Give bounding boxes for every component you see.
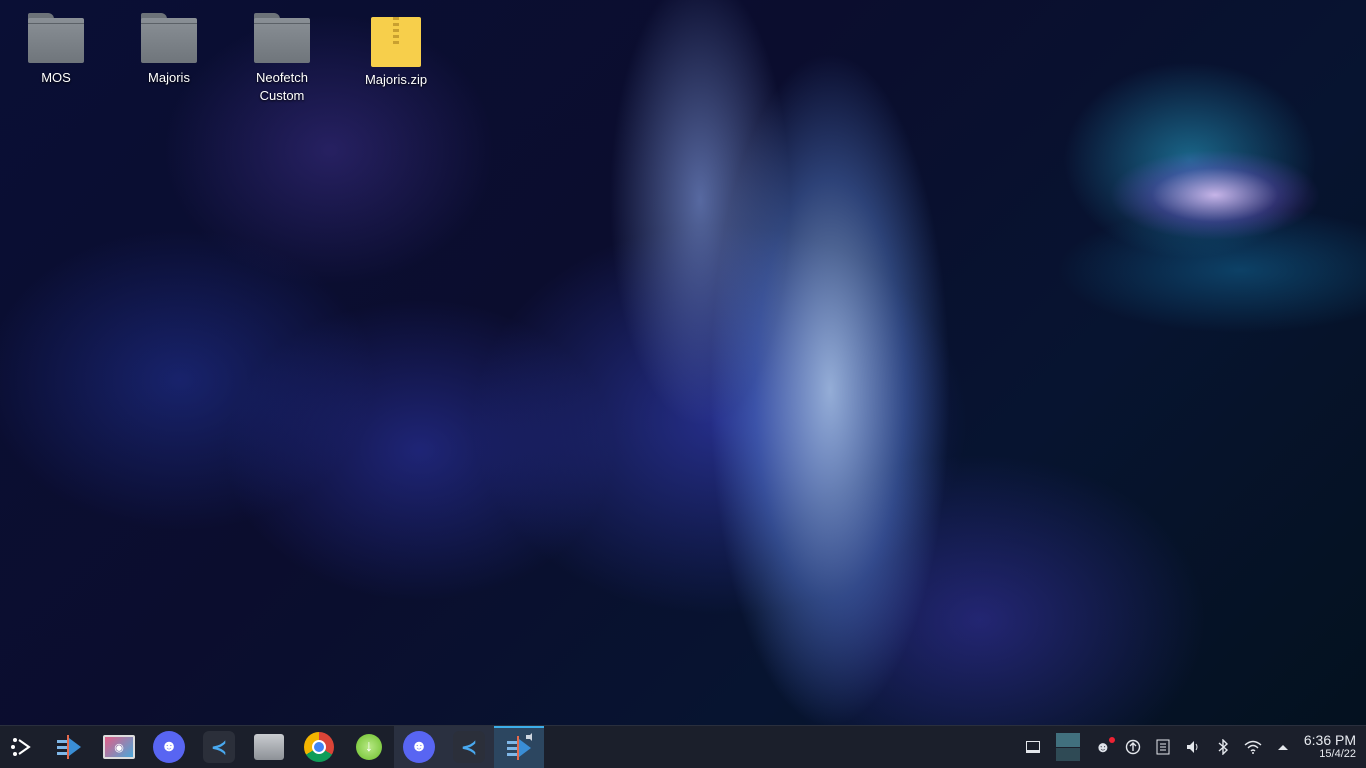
desktop-icon-mos[interactable]: MOS <box>11 13 101 87</box>
desktop-wallpaper <box>0 0 1366 725</box>
clipboard-icon <box>1156 739 1170 755</box>
system-tray: ☻ 6:36 PM 15/4/22 <box>1018 726 1366 768</box>
taskbar-item-discord-running[interactable]: ☻ <box>394 726 444 768</box>
app-launcher-button[interactable] <box>0 726 44 768</box>
taskbar-item-discord[interactable]: ☻ <box>144 726 194 768</box>
clock-time: 6:36 PM <box>1303 732 1356 748</box>
taskbar-item-steam-switch[interactable] <box>44 726 94 768</box>
virtual-desktop-pager[interactable] <box>1055 733 1080 761</box>
update-button[interactable] <box>1118 732 1148 762</box>
folder-icon <box>140 13 198 65</box>
wifi-button[interactable] <box>1238 732 1268 762</box>
desktop-icon-majoris[interactable]: Majoris <box>124 13 214 87</box>
clipboard-button[interactable] <box>1148 732 1178 762</box>
desktop-icon-label: Neofetch Custom <box>255 70 309 103</box>
steam-switch-icon <box>507 733 532 760</box>
discord-tray-button[interactable]: ☻ <box>1088 732 1118 762</box>
taskbar-item-vscode[interactable]: ≺ <box>194 726 244 768</box>
taskbar-item-chrome[interactable] <box>294 726 344 768</box>
chrome-icon <box>304 732 334 762</box>
taskbar-item-steam-switch-running[interactable] <box>494 726 544 768</box>
wifi-icon <box>1244 740 1262 754</box>
taskbar-item-screenshot[interactable]: ◉ <box>94 726 144 768</box>
folder-icon <box>253 13 311 65</box>
desktop-icon-label: MOS <box>41 70 71 85</box>
volume-button[interactable] <box>1178 732 1208 762</box>
show-desktop-icon <box>1025 741 1040 753</box>
taskbar: ◉ ☻ ≺ ↓ ☻ ≺ ☻ 6:36 PM 15/4/22 <box>0 725 1366 768</box>
folder-icon <box>27 13 85 65</box>
taskbar-item-file-manager[interactable] <box>244 726 294 768</box>
downloader-icon: ↓ <box>356 734 382 760</box>
desktop-icon-neofetch-custom[interactable]: Neofetch Custom <box>237 13 327 105</box>
vscode-icon: ≺ <box>453 731 485 763</box>
zip-archive-icon <box>371 17 421 67</box>
steam-switch-icon <box>57 735 81 759</box>
desktop-icon-label: Majoris.zip <box>364 72 428 87</box>
discord-icon: ☻ <box>153 731 185 763</box>
bluetooth-icon <box>1218 739 1228 755</box>
expand-tray-icon <box>1277 745 1288 750</box>
screenshot-monitor-icon: ◉ <box>103 735 135 759</box>
discord-tray-icon: ☻ <box>1095 736 1115 756</box>
volume-icon <box>1186 741 1198 753</box>
desktop-icon-label: Majoris <box>148 70 190 85</box>
bluetooth-button[interactable] <box>1208 732 1238 762</box>
taskbar-item-vscode-running[interactable]: ≺ <box>444 726 494 768</box>
expand-tray-button[interactable] <box>1268 732 1298 762</box>
discord-icon: ☻ <box>403 731 435 763</box>
taskbar-item-downloader[interactable]: ↓ <box>344 726 394 768</box>
desktop-icon-majoris-zip[interactable]: Majoris.zip <box>351 17 441 89</box>
digital-clock[interactable]: 6:36 PM 15/4/22 <box>1304 733 1356 761</box>
app-launcher-icon <box>11 738 31 756</box>
file-manager-icon <box>254 734 284 760</box>
show-desktop-button[interactable] <box>1018 732 1048 762</box>
clock-date: 15/4/22 <box>1319 748 1356 760</box>
vscode-icon: ≺ <box>203 731 235 763</box>
update-icon <box>1125 739 1141 755</box>
